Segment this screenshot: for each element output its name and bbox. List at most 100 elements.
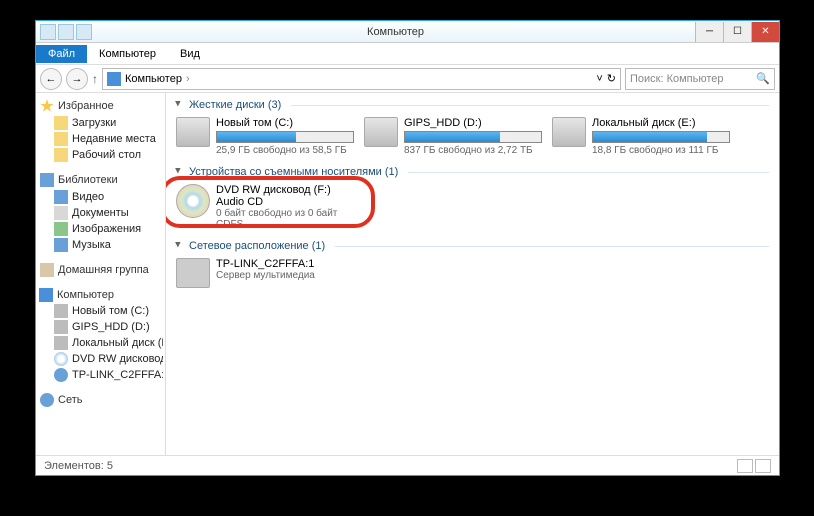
star-icon xyxy=(40,99,54,113)
section-hard-drives: ▸Жесткие диски (3) Новый том (C:) 25,9 Г… xyxy=(176,99,769,156)
libraries-icon xyxy=(40,173,54,187)
drive-icon xyxy=(552,117,586,147)
sidebar-homegroup-header[interactable]: Домашняя группа xyxy=(38,261,163,279)
qat-new-folder[interactable] xyxy=(76,24,92,40)
titlebar: Компьютер ─ ☐ ✕ xyxy=(36,21,779,43)
sidebar-network: Сеть xyxy=(38,391,163,409)
sidebar-item-tplink[interactable]: TP-LINK_C2FFFA:1 xyxy=(38,367,163,383)
explorer-window: Компьютер ─ ☐ ✕ Файл Компьютер Вид ← → ↑… xyxy=(35,20,780,476)
close-button[interactable]: ✕ xyxy=(751,22,779,42)
drive-d[interactable]: GIPS_HDD (D:) 837 ГБ свободно из 2,72 ТБ xyxy=(364,117,542,156)
section-network-locations: ▸Сетевое расположение (1) TP-LINK_C2FFFA… xyxy=(176,240,769,288)
capacity-bar xyxy=(592,131,730,143)
tab-view[interactable]: Вид xyxy=(168,45,212,63)
sidebar-libraries-header[interactable]: Библиотеки xyxy=(38,171,163,189)
folder-icon xyxy=(54,148,68,162)
address-bar[interactable]: Компьютер › ˅ ↻ xyxy=(102,68,621,90)
search-input[interactable]: Поиск: Компьютер 🔍 xyxy=(625,68,775,90)
device-desc: Сервер мультимедиа xyxy=(216,270,354,281)
sidebar-computer-header[interactable]: Компьютер xyxy=(38,287,163,303)
sidebar-item-downloads[interactable]: Загрузки xyxy=(38,115,163,131)
section-header-hdd[interactable]: ▸Жесткие диски (3) xyxy=(176,99,769,111)
folder-icon xyxy=(54,132,68,146)
minimize-button[interactable]: ─ xyxy=(695,22,723,42)
disc-icon xyxy=(54,352,68,366)
navigation-pane: Избранное Загрузки Недавние места Рабочи… xyxy=(36,93,166,455)
sidebar-item-drive-c[interactable]: Новый том (C:) xyxy=(38,303,163,319)
drive-free-text: 837 ГБ свободно из 2,72 ТБ xyxy=(404,145,542,156)
capacity-bar xyxy=(216,131,354,143)
computer-icon xyxy=(107,72,121,86)
drive-dvd[interactable]: DVD RW дисковод (F:) Audio CD 0 байт сво… xyxy=(176,184,354,230)
sidebar-item-drive-e[interactable]: Локальный диск (E:) xyxy=(38,335,163,351)
content-pane: ▸Жесткие диски (3) Новый том (C:) 25,9 Г… xyxy=(166,93,779,455)
qat-properties[interactable] xyxy=(58,24,74,40)
sidebar-favorites-header[interactable]: Избранное xyxy=(38,97,163,115)
drive-icon xyxy=(364,117,398,147)
sidebar-item-images[interactable]: Изображения xyxy=(38,221,163,237)
status-bar: Элементов: 5 xyxy=(36,455,779,475)
drive-free-text: 25,9 ГБ свободно из 58,5 ГБ xyxy=(216,145,354,156)
sidebar-favorites: Избранное Загрузки Недавние места Рабочи… xyxy=(38,97,163,163)
sidebar-item-desktop[interactable]: Рабочий стол xyxy=(38,147,163,163)
drive-icon xyxy=(54,336,68,350)
network-device-icon xyxy=(54,368,68,382)
computer-icon xyxy=(39,288,53,302)
drive-label: DVD RW дисковод (F:) Audio CD xyxy=(216,184,354,208)
tab-computer[interactable]: Компьютер xyxy=(87,45,168,63)
quick-access-toolbar xyxy=(36,24,96,40)
capacity-bar xyxy=(404,131,542,143)
homegroup-icon xyxy=(40,263,54,277)
drive-free-text: 18,8 ГБ свободно из 111 ГБ xyxy=(592,145,730,156)
drive-c[interactable]: Новый том (C:) 25,9 ГБ свободно из 58,5 … xyxy=(176,117,354,156)
search-placeholder: Поиск: Компьютер xyxy=(630,73,724,85)
qat-icon[interactable] xyxy=(40,24,56,40)
sidebar-item-video[interactable]: Видео xyxy=(38,189,163,205)
sidebar-item-dvd[interactable]: DVD RW дисковод xyxy=(38,351,163,367)
view-switcher xyxy=(737,459,771,473)
disc-icon xyxy=(176,184,210,218)
drive-fs: CDFS xyxy=(216,219,354,230)
up-button[interactable]: ↑ xyxy=(92,72,98,86)
forward-button[interactable]: → xyxy=(66,68,88,90)
drive-label: Локальный диск (E:) xyxy=(592,117,730,129)
sidebar-item-drive-d[interactable]: GIPS_HDD (D:) xyxy=(38,319,163,335)
chevron-down-icon: ▸ xyxy=(176,101,185,110)
drive-label: Новый том (C:) xyxy=(216,117,354,129)
images-icon xyxy=(54,222,68,236)
documents-icon xyxy=(54,206,68,220)
network-device-tplink[interactable]: TP-LINK_C2FFFA:1 Сервер мультимедиа xyxy=(176,258,354,288)
view-details-button[interactable] xyxy=(737,459,753,473)
maximize-button[interactable]: ☐ xyxy=(723,22,751,42)
drive-icon xyxy=(54,320,68,334)
status-item-count: Элементов: 5 xyxy=(44,460,113,472)
breadcrumb-root[interactable]: Компьютер xyxy=(125,73,182,85)
ribbon-tabs: Файл Компьютер Вид xyxy=(36,43,779,65)
chevron-down-icon: ▸ xyxy=(176,168,185,177)
media-server-icon xyxy=(176,258,210,288)
tab-file[interactable]: Файл xyxy=(36,45,87,63)
device-label: TP-LINK_C2FFFA:1 xyxy=(216,258,354,270)
sidebar-item-recent[interactable]: Недавние места xyxy=(38,131,163,147)
window-controls: ─ ☐ ✕ xyxy=(695,22,779,42)
drive-icon xyxy=(54,304,68,318)
sidebar-item-documents[interactable]: Документы xyxy=(38,205,163,221)
section-header-removable[interactable]: ▸Устройства со съемными носителями (1) xyxy=(176,166,769,178)
window-title: Компьютер xyxy=(96,26,695,38)
drive-e[interactable]: Локальный диск (E:) 18,8 ГБ свободно из … xyxy=(552,117,730,156)
music-icon xyxy=(54,238,68,252)
body: Избранное Загрузки Недавние места Рабочи… xyxy=(36,93,779,455)
search-icon: 🔍 xyxy=(756,72,770,85)
chevron-down-icon[interactable]: ˅ xyxy=(596,73,602,85)
drive-icon xyxy=(176,117,210,147)
refresh-icon[interactable]: ↻ xyxy=(607,72,616,85)
breadcrumb-arrow[interactable]: › xyxy=(186,73,190,85)
sidebar-network-header[interactable]: Сеть xyxy=(38,391,163,409)
section-header-netloc[interactable]: ▸Сетевое расположение (1) xyxy=(176,240,769,252)
video-icon xyxy=(54,190,68,204)
view-icons-button[interactable] xyxy=(755,459,771,473)
back-button[interactable]: ← xyxy=(40,68,62,90)
sidebar-item-music[interactable]: Музыка xyxy=(38,237,163,253)
network-icon xyxy=(40,393,54,407)
section-removable: ▸Устройства со съемными носителями (1) D… xyxy=(176,166,769,230)
